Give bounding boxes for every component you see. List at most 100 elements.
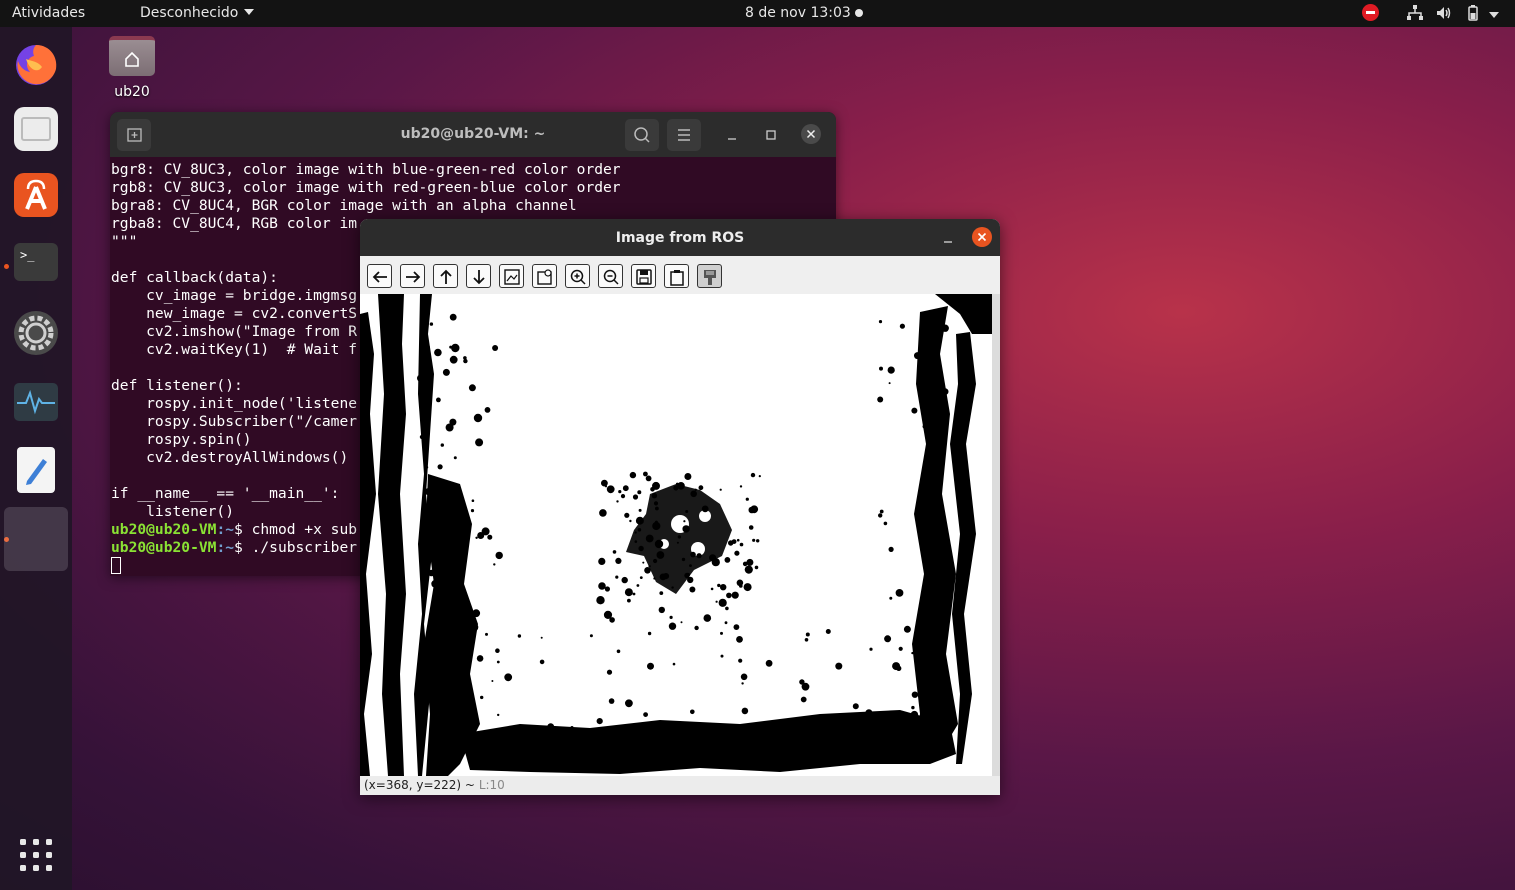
volume-icon[interactable]	[1435, 4, 1453, 22]
noise-speckle	[463, 654, 466, 658]
dock-software[interactable]	[14, 173, 58, 217]
noise-speckle	[480, 695, 484, 700]
noise-speckle	[659, 591, 664, 595]
dock-text-editor[interactable]	[17, 447, 55, 493]
ros-camera-image[interactable]	[360, 294, 1000, 776]
dock-active-app[interactable]	[4, 507, 68, 571]
noise-speckle	[887, 366, 895, 374]
noise-speckle	[430, 495, 435, 500]
zoom-original-button[interactable]	[532, 264, 557, 288]
noise-speckle	[656, 551, 665, 559]
dock-files[interactable]	[14, 107, 58, 151]
app-menu[interactable]: Desconhecido	[140, 5, 255, 21]
maximize-button[interactable]	[761, 125, 781, 145]
activities-button[interactable]: Atividades	[12, 5, 85, 21]
noise-speckle	[939, 403, 943, 407]
noise-speckle	[449, 355, 458, 364]
noise-speckle	[677, 535, 682, 539]
image-window-titlebar[interactable]: Image from ROS	[360, 219, 1000, 256]
arrow-down-button[interactable]	[466, 264, 491, 288]
zoom-original-icon	[537, 269, 552, 285]
noise-speckle	[658, 606, 665, 614]
noise-speckle	[676, 541, 679, 544]
save-button[interactable]	[631, 264, 656, 288]
terminal-titlebar[interactable]: ub20@ub20-VM: ~	[110, 112, 836, 157]
copy-button[interactable]	[664, 264, 689, 288]
battery-icon[interactable]	[1464, 4, 1482, 22]
noise-speckle	[899, 323, 906, 329]
noise-speckle	[637, 490, 642, 495]
noise-speckle	[911, 691, 919, 698]
dock-settings[interactable]	[12, 309, 60, 357]
noise-speckle	[746, 558, 754, 566]
noise-speckle	[937, 459, 945, 467]
noise-speckle	[481, 527, 490, 536]
properties-button[interactable]	[697, 264, 722, 288]
noise-speckle	[426, 345, 430, 350]
dock-firefox[interactable]	[12, 39, 60, 87]
noise-speckle	[754, 565, 759, 570]
terminal-line: def callback(data):	[111, 269, 278, 286]
noise-speckle	[719, 488, 722, 491]
noise-speckle	[680, 621, 683, 624]
noise-speckle	[596, 718, 603, 725]
noise-speckle	[710, 587, 714, 591]
noise-speckle	[428, 651, 433, 656]
image-minimize-button[interactable]	[938, 228, 958, 248]
prompt-user: ub20@ub20-VM	[111, 539, 217, 556]
noise-speckle	[604, 586, 610, 592]
clock[interactable]: 8 de nov 13:03	[745, 5, 851, 21]
arrow-right-button[interactable]	[400, 264, 425, 288]
dock-terminal[interactable]: >_	[14, 243, 58, 281]
noise-speckle	[922, 424, 927, 429]
noise-speckle	[941, 388, 949, 395]
noise-speckle	[476, 655, 484, 662]
noise-speckle	[703, 614, 712, 622]
noise-speckle	[738, 658, 743, 663]
noise-speckle	[475, 536, 478, 539]
show-applications-button[interactable]	[20, 839, 52, 871]
menu-button[interactable]	[667, 119, 701, 151]
noise-speckle	[888, 546, 894, 552]
noise-speckle	[869, 647, 873, 651]
image-close-button[interactable]	[972, 227, 992, 247]
noise-speckle	[889, 596, 893, 600]
noise-speckle	[496, 660, 500, 664]
noise-speckle	[685, 510, 689, 513]
image-viewer-window[interactable]: Image from ROS (x=368, y=222) ~ L:10	[360, 219, 1000, 795]
desktop-home-folder[interactable]: ub20	[106, 36, 158, 100]
minimize-button[interactable]	[722, 125, 742, 145]
noise-speckle	[645, 534, 654, 543]
noise-speckle	[741, 707, 749, 715]
system-menu-chevron-icon[interactable]	[1488, 8, 1506, 26]
dock-system-monitor[interactable]	[14, 383, 58, 421]
do-not-disturb-icon[interactable]	[1362, 4, 1379, 21]
search-button[interactable]	[625, 119, 659, 151]
close-button[interactable]	[801, 124, 821, 144]
zoom-in-button[interactable]	[565, 264, 590, 288]
arrow-left-button[interactable]	[367, 264, 392, 288]
noise-speckle	[651, 493, 658, 499]
terminal-line: listener()	[111, 503, 235, 520]
noise-speckle	[442, 368, 450, 376]
noise-speckle	[639, 576, 643, 579]
zoom-fit-button[interactable]	[499, 264, 524, 288]
noise-speckle	[495, 648, 500, 653]
noise-speckle	[701, 505, 709, 513]
noise-speckle	[804, 638, 809, 642]
image-status-bar: (x=368, y=222) ~ L:10	[360, 776, 1000, 795]
zoom-out-button[interactable]	[598, 264, 623, 288]
network-icon[interactable]	[1406, 4, 1424, 22]
noise-speckle	[632, 592, 636, 596]
noise-speckle	[796, 721, 805, 730]
noise-speckle	[606, 669, 613, 675]
noise-speckle	[739, 584, 743, 588]
noise-speckle	[720, 631, 723, 635]
noise-speckle	[435, 685, 441, 691]
noise-speckle	[655, 506, 659, 511]
noise-speckle	[540, 636, 543, 639]
arrow-up-button[interactable]	[433, 264, 458, 288]
noise-speckle	[923, 521, 930, 527]
command-text: $ chmod +x sub	[234, 521, 358, 538]
software-center-icon	[25, 179, 47, 210]
